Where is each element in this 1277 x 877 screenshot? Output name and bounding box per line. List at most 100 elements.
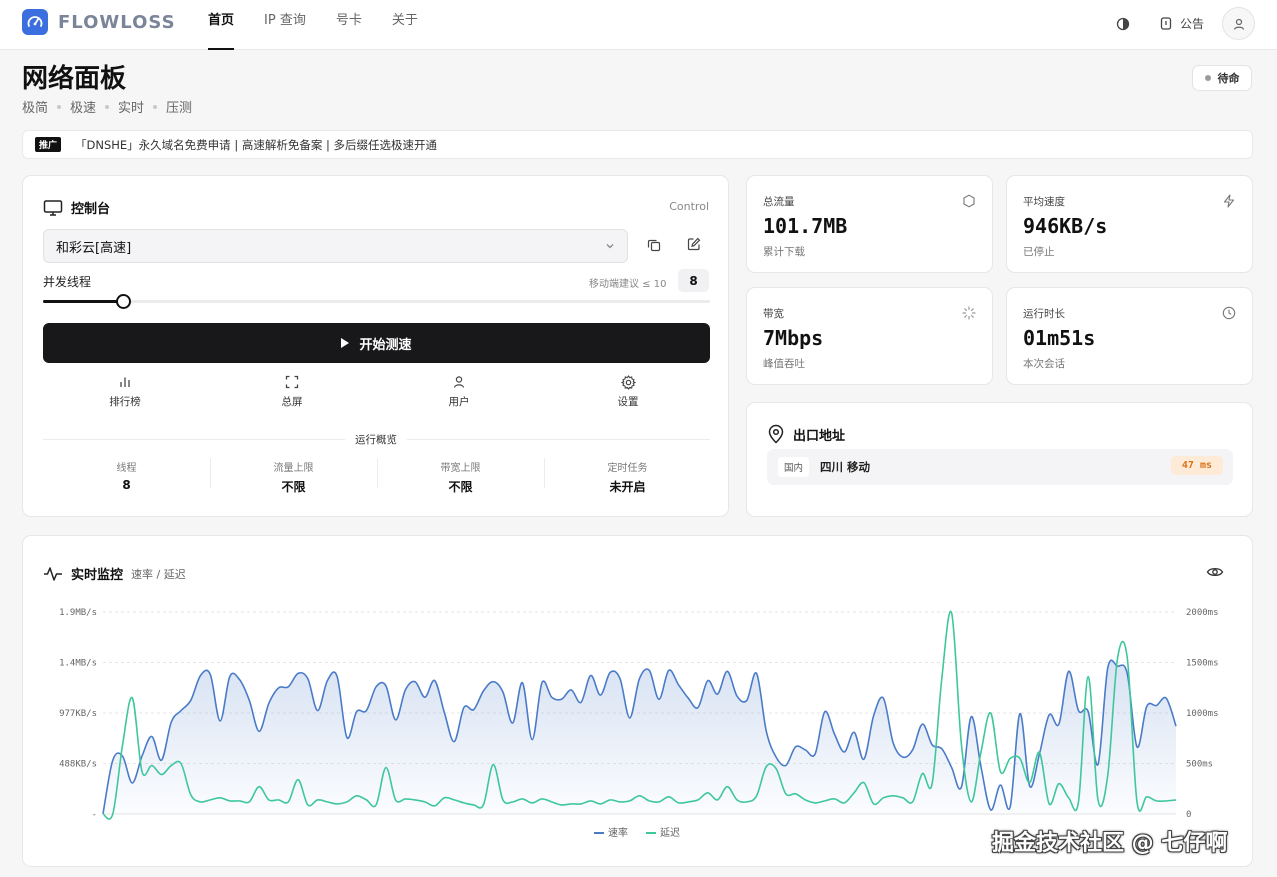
legend-label-speed: 速率 xyxy=(608,826,628,839)
settings-button[interactable]: 设置 xyxy=(588,374,668,409)
chevron-down-icon xyxy=(606,244,614,249)
start-test-label: 开始测速 xyxy=(359,337,412,353)
thread-label: 并发线程 xyxy=(43,275,92,289)
legend-label-latency: 延迟 xyxy=(660,826,680,839)
top-navigation-bar: FLOWLOSS 首页 IP 查询 号卡 关于 公告 xyxy=(0,0,1277,50)
tag-stress: 压测 xyxy=(166,101,193,116)
stat-value: 946KB/s xyxy=(1023,214,1108,238)
fullscreen-button[interactable]: 总屏 xyxy=(252,374,332,409)
hexagon-icon xyxy=(963,194,975,208)
nav-about[interactable]: 关于 xyxy=(392,0,418,50)
fullscreen-icon xyxy=(252,374,332,390)
leaderboard-label: 排行榜 xyxy=(109,396,141,408)
main-nav: 首页 IP 查询 号卡 关于 xyxy=(208,0,448,50)
node-select-value: 和彩云[高速] xyxy=(56,240,132,256)
bolt-icon xyxy=(1223,194,1235,208)
stat-total-traffic: 总流量 101.7MB 累计下载 xyxy=(746,175,993,273)
latency-badge: 47 ms xyxy=(1170,456,1223,475)
y-left-tick-label: 1.4MB/s xyxy=(59,659,97,669)
stat-value: 01m51s xyxy=(1023,326,1096,350)
start-test-button[interactable]: 开始测速 xyxy=(43,323,710,363)
overview-traffic-limit-value: 不限 xyxy=(281,480,306,494)
copy-button[interactable] xyxy=(643,234,665,256)
page-title: 网络面板 xyxy=(22,64,127,94)
map-pin-icon xyxy=(768,424,784,444)
slider-track xyxy=(43,300,710,303)
notice-label: 公告 xyxy=(1179,17,1204,31)
overview-bandwidth-limit: 带宽上限 不限 xyxy=(377,459,544,495)
speed-latency-chart: 1.9MB/s 2000ms 1.4MB/s 1500ms 977KB/s 1000ms 4… xyxy=(59,608,1219,839)
status-dot xyxy=(1204,75,1211,81)
contrast-icon[interactable] xyxy=(1112,13,1134,35)
leaderboard-button[interactable]: 排行榜 xyxy=(85,374,165,409)
status-badge: 待命 xyxy=(1192,65,1252,91)
bar-chart-icon xyxy=(85,374,165,390)
stat-value: 7Mbps xyxy=(763,326,824,350)
tag-minimal: 极简 xyxy=(22,101,49,116)
overview-bandwidth-limit-label: 带宽上限 xyxy=(440,463,481,474)
nav-home[interactable]: 首页 xyxy=(208,0,235,50)
overview-traffic-limit: 流量上限 不限 xyxy=(210,459,377,495)
users-button[interactable]: 用户 xyxy=(419,374,499,409)
promo-text[interactable]: 「DNSHE」永久域名免费申请 | 高速解析免备案 | 多后缀任选极速开通 xyxy=(75,137,437,153)
thread-count-input[interactable]: 8 xyxy=(678,269,709,292)
node-select[interactable]: 和彩云[高速] xyxy=(43,229,628,263)
overview-schedule-value: 未开启 xyxy=(609,480,646,494)
nav-ip-query[interactable]: IP 查询 xyxy=(264,0,306,50)
stat-label: 总流量 xyxy=(763,196,795,208)
y-right-tick-label: 1000ms xyxy=(1186,709,1219,719)
exit-isp: 四川 移动 xyxy=(820,460,871,474)
promo-tag: 推广 xyxy=(35,137,62,152)
stat-label: 带宽 xyxy=(763,308,784,320)
tagline: 极简 极速 实时 压测 xyxy=(22,97,192,116)
y-right-tick-label: 2000ms xyxy=(1186,608,1219,618)
control-title-en: Control xyxy=(669,200,709,213)
y-left-tick-label: - xyxy=(92,810,97,820)
overview-title: 运行概览 xyxy=(345,432,407,447)
y-left-tick-label: 488KB/s xyxy=(59,760,97,770)
exit-title: 出口地址 xyxy=(793,428,846,444)
overview-threads-label: 线程 xyxy=(116,463,137,474)
overview-traffic-limit-label: 流量上限 xyxy=(273,463,314,474)
promo-banner[interactable]: 推广 「DNSHE」永久域名免费申请 | 高速解析免备案 | 多后缀任选极速开通 xyxy=(22,130,1253,159)
gear-icon xyxy=(588,374,668,390)
loader-icon xyxy=(962,306,976,320)
region-tag: 国内 xyxy=(778,457,810,477)
edit-icon xyxy=(687,237,701,251)
tag-realtime: 实时 xyxy=(118,101,145,116)
overview-bandwidth-limit-value: 不限 xyxy=(448,480,473,494)
stat-sub: 累计下载 xyxy=(763,246,805,258)
notice-button[interactable]: 公告 xyxy=(1160,15,1204,32)
overview-threads: 线程 8 xyxy=(43,459,210,492)
thread-hint: 移动端建议 ≤ 10 xyxy=(589,279,667,290)
edit-button[interactable] xyxy=(683,233,705,255)
monitor-icon xyxy=(43,199,63,216)
notice-icon xyxy=(1160,17,1172,30)
exit-address-panel: 出口地址 国内 四川 移动 47 ms xyxy=(746,402,1253,517)
app-logo[interactable]: FLOWLOSS xyxy=(22,9,176,35)
nav-sim-card[interactable]: 号卡 xyxy=(336,0,362,50)
exit-address-row: 国内 四川 移动 47 ms xyxy=(767,449,1233,485)
app-name: FLOWLOSS xyxy=(58,11,176,33)
overview-schedule: 定时任务 未开启 xyxy=(544,459,711,495)
stat-label: 平均速度 xyxy=(1023,196,1065,208)
overview-schedule-label: 定时任务 xyxy=(607,463,648,474)
y-right-tick-label: 0 xyxy=(1186,810,1191,820)
users-label: 用户 xyxy=(448,396,470,408)
stat-runtime: 运行时长 01m51s 本次会话 xyxy=(1006,287,1253,385)
y-left-tick-label: 977KB/s xyxy=(59,709,97,719)
slider-handle[interactable] xyxy=(116,294,132,309)
fullscreen-label: 总屏 xyxy=(281,396,303,408)
stat-value: 101.7MB xyxy=(763,214,848,238)
realtime-monitor-panel: 实时监控 速率 / 延迟 1.9MB/s 2000ms 1.4MB/s 1500ms 9… xyxy=(22,535,1253,867)
thread-slider[interactable] xyxy=(43,294,710,309)
stat-label: 运行时长 xyxy=(1023,308,1065,320)
speedometer-logo-icon xyxy=(22,9,48,35)
control-title: 控制台 xyxy=(71,202,111,217)
watermark-text: 掘金技术社区 @ 七仔啊 xyxy=(992,831,1228,856)
user-avatar-button[interactable] xyxy=(1222,7,1255,40)
settings-label: 设置 xyxy=(617,396,639,408)
y-left-tick-label: 1.9MB/s xyxy=(59,608,97,618)
tag-fast: 极速 xyxy=(70,101,97,116)
user-icon xyxy=(419,374,499,390)
